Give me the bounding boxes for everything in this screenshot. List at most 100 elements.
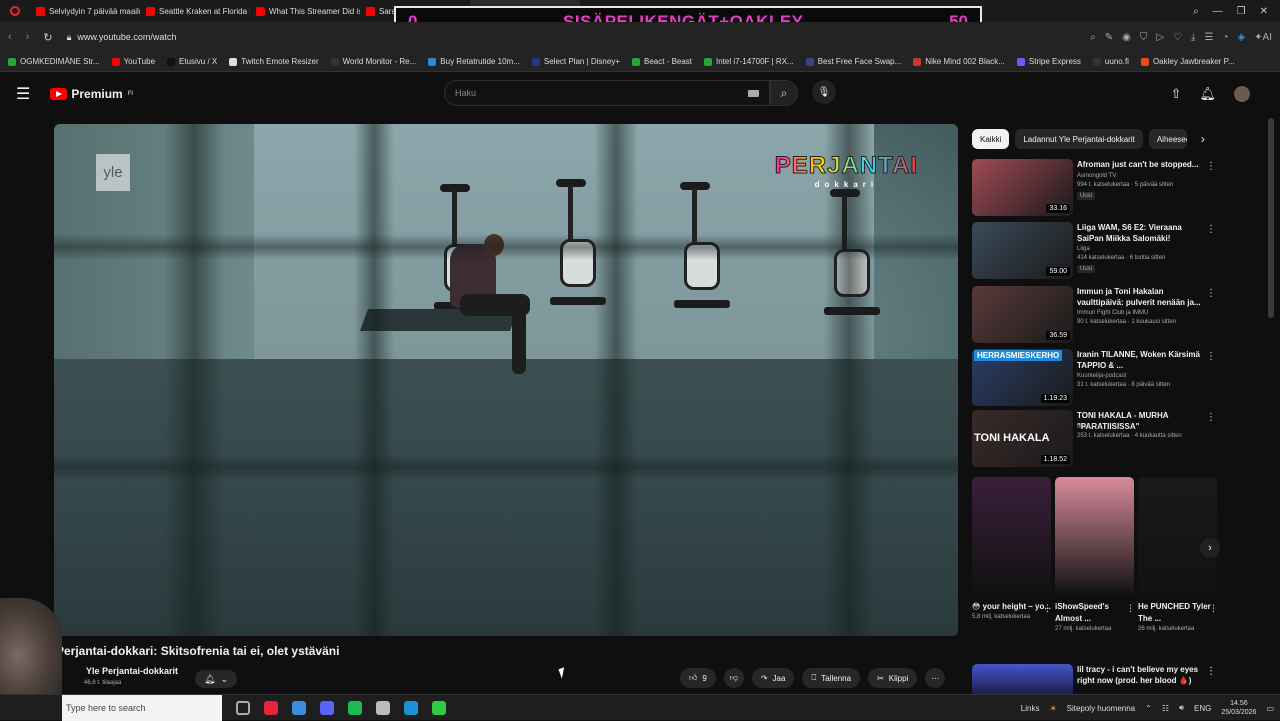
more-icon[interactable]: ⋮ <box>1209 603 1218 614</box>
account-icon[interactable]: ◔ <box>1222 32 1228 43</box>
browser-tab[interactable]: Selviydyin 7 päivää maailm <box>30 0 140 22</box>
recommendation-item[interactable]: TONI HAKALA 1.18.52 TONI HAKALA - MURHA "P… <box>972 410 1222 467</box>
edge-icon[interactable] <box>404 700 418 715</box>
video-title[interactable]: Liiga WAM, S6 E2: Vieraana SaiPan Miikka… <box>1077 222 1205 244</box>
notifications-icon[interactable]: ▭ <box>1266 704 1274 713</box>
video-thumbnail[interactable] <box>972 664 1073 694</box>
stream-icon[interactable] <box>432 700 446 715</box>
browser-tab[interactable]: Seattle Kraken at Florida P <box>140 0 250 22</box>
edit-icon[interactable]: ✎ <box>1105 32 1113 43</box>
shield-icon[interactable] <box>376 700 390 715</box>
more-icon[interactable]: ⋮ <box>1206 288 1216 299</box>
bookmark-item[interactable]: YouTube <box>111 57 155 66</box>
bookmark-item[interactable]: Select Plan | Disney+ <box>531 57 620 66</box>
shield-icon[interactable]: ⛉ <box>1140 32 1148 43</box>
short-item-meta[interactable]: 😳 your height – yo... 5,8 milj. katseluke… <box>972 601 1052 622</box>
short-title[interactable]: He PUNCHED Tyler The ... <box>1138 601 1218 625</box>
share-button[interactable]: ↷ Jaa <box>751 668 795 688</box>
more-icon[interactable]: ⋮ <box>1206 666 1216 677</box>
url-text[interactable]: www.youtube.com/watch <box>77 32 176 42</box>
video-thumbnail[interactable]: TONI HAKALA 1.18.52 <box>972 410 1073 467</box>
menu-icon[interactable]: ☰ <box>16 84 30 104</box>
recommendation-item[interactable]: 33.16 Afroman just can't be stopped... Asm… <box>972 159 1222 216</box>
list-icon[interactable]: ☰ <box>1204 32 1213 43</box>
upload-icon[interactable]: ⇧ <box>1171 86 1182 102</box>
volume-icon[interactable]: 🔊︎ <box>1179 703 1184 713</box>
video-title[interactable]: Immun ja Toni Hakalan vaulttipäivä: pulv… <box>1077 286 1205 308</box>
video-channel[interactable]: Liiga <box>1077 246 1090 252</box>
page-scrollbar[interactable] <box>1268 118 1274 318</box>
video-title[interactable]: Afroman just can't be stopped... <box>1077 159 1205 170</box>
back-icon[interactable]: ‹ <box>8 31 12 44</box>
opera-menu-icon[interactable] <box>0 0 30 22</box>
video-thumbnail[interactable]: 59.00 <box>972 222 1073 279</box>
more-icon[interactable]: ⋮ <box>1206 224 1216 235</box>
video-channel[interactable]: Kuuntelija-podcast <box>1077 373 1126 379</box>
bookmark-item[interactable]: Etusivu / X <box>167 57 217 66</box>
discord-icon[interactable] <box>320 700 334 715</box>
bookmark-item[interactable]: Nike Mind 002 Black... <box>913 57 1005 66</box>
channel-avatar[interactable] <box>70 667 78 675</box>
clock[interactable]: 14.56 25/03/2026 <box>1221 699 1256 717</box>
extension-icon[interactable]: ◈ <box>1237 32 1245 43</box>
dislike-button[interactable]: 👎︎ <box>723 668 744 688</box>
short-thumbnail[interactable] <box>1055 477 1134 595</box>
clip-button[interactable]: ✂ Klippi <box>868 668 918 688</box>
video-title[interactable]: lil tracy - i can't believe my eyes righ… <box>1077 664 1205 686</box>
video-player[interactable]: yle PERJANTAI dokkari <box>54 124 958 636</box>
search-tabs-icon[interactable]: ⌕ <box>1193 6 1199 17</box>
zoom-icon[interactable]: ⌕ <box>1090 32 1096 43</box>
download-icon[interactable]: ⤓ <box>1191 32 1195 43</box>
search-input[interactable]: Haku <box>444 80 770 106</box>
more-icon[interactable]: ⋮ <box>1206 161 1216 172</box>
video-thumbnail[interactable]: HERRASMIESKERHO 1.19.23 <box>972 349 1073 406</box>
shorts-next-button[interactable]: › <box>1200 538 1220 558</box>
search-button[interactable]: ⌕ <box>770 80 798 106</box>
opera-gx-icon[interactable] <box>264 700 278 715</box>
short-item-meta[interactable]: He PUNCHED Tyler The ... 26 milj. katselu… <box>1138 601 1218 634</box>
video-title[interactable]: TONI HAKALA - MURHA "PARATIISISSA" <box>1077 410 1205 432</box>
bookmark-item[interactable]: Beact - Beast <box>632 57 692 66</box>
bookmark-item[interactable]: Twitch Emote Resizer <box>229 57 319 66</box>
chevron-right-icon[interactable]: › <box>1193 129 1213 149</box>
bookmark-item[interactable]: Best Free Face Swap... <box>805 57 901 66</box>
camera-icon[interactable]: ◉ <box>1122 32 1131 43</box>
taskbar-search-input[interactable]: Type here to search <box>62 694 222 721</box>
bookmark-item[interactable]: OGMKEDIMÄNE Str... <box>8 57 100 66</box>
spotify-icon[interactable] <box>348 700 362 715</box>
like-button[interactable]: 👍︎ 9 <box>680 668 716 688</box>
save-button[interactable]: ⎕ Tallenna <box>802 668 861 688</box>
minimize-button[interactable]: — <box>1213 6 1223 17</box>
links-toolbar[interactable]: Links <box>1021 704 1040 713</box>
bookmark-item[interactable]: Intel i7-14700F | RX... <box>704 57 794 66</box>
avatar[interactable] <box>1234 86 1250 102</box>
language-indicator[interactable]: ENG <box>1194 704 1211 713</box>
video-channel[interactable]: Asmongold TV <box>1077 173 1116 179</box>
more-icon[interactable]: ⋮ <box>1043 603 1052 614</box>
recommendation-item[interactable]: 36.59 Immun ja Toni Hakalan vaulttipäivä:… <box>972 286 1222 343</box>
bookmark-item[interactable]: Stripe Express <box>1016 57 1081 66</box>
video-thumbnail[interactable]: 33.16 <box>972 159 1073 216</box>
video-channel[interactable]: IMMU <box>1077 424 1093 430</box>
video-title[interactable]: Iranin TILANNE, Woken Kärsimä TAPPIO & .… <box>1077 349 1205 371</box>
subscribed-bell-button[interactable]: 🔔︎ ⌄ <box>195 670 237 688</box>
bookmark-item[interactable]: uuno.fi <box>1092 57 1129 66</box>
short-thumbnail[interactable] <box>1138 477 1217 595</box>
channel-info[interactable]: Yle Perjantai-dokkarit 46,8 t. tilaajaa <box>70 666 178 686</box>
short-title[interactable]: iShowSpeed's Almost ... <box>1055 601 1135 625</box>
channel-name[interactable]: Yle Perjantai-dokkarit <box>86 666 178 676</box>
task-view-icon[interactable] <box>236 700 250 715</box>
more-icon[interactable]: ⋮ <box>1206 412 1216 423</box>
more-icon[interactable]: ⋮ <box>1206 351 1216 362</box>
bookmark-item[interactable]: Oakley Jawbreaker P... <box>1140 57 1235 66</box>
more-actions-button[interactable]: ⋯ <box>925 668 946 688</box>
bookmark-item[interactable]: World Monitor - Re... <box>330 57 416 66</box>
network-icon[interactable]: ☷ <box>1162 704 1169 713</box>
maximize-button[interactable]: ❐ <box>1237 6 1246 17</box>
heart-icon[interactable]: ♡ <box>1173 32 1182 43</box>
video-channel[interactable]: Immun Fight Club ja IMMU <box>1077 310 1148 316</box>
files-icon[interactable] <box>292 700 306 715</box>
aria-icon[interactable]: ✦AI <box>1254 32 1272 43</box>
short-thumbnail[interactable] <box>972 477 1051 595</box>
recommendation-item[interactable]: HERRASMIESKERHO 1.19.23 Iranin TILANNE, Wo… <box>972 349 1222 406</box>
